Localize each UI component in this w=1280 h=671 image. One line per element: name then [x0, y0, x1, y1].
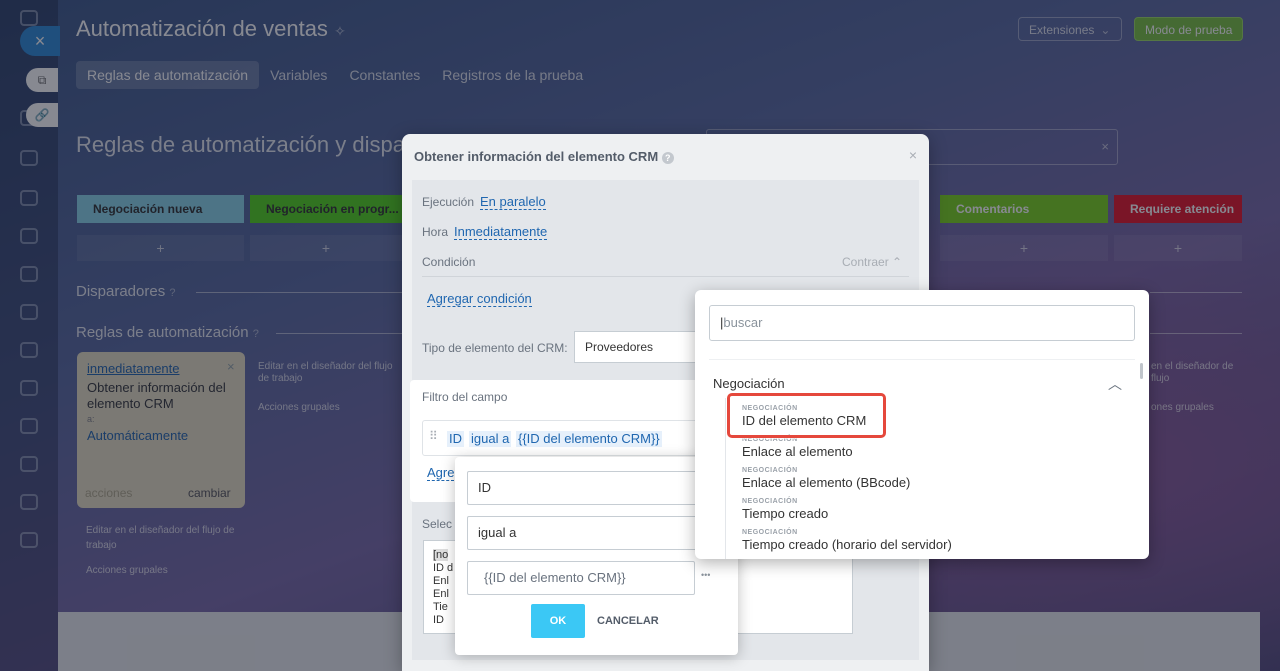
search-input[interactable]: |buscar [709, 305, 1135, 341]
dropdown-item[interactable]: NEGOCIACIÓN Enlace al elemento [742, 435, 1122, 460]
group-header[interactable]: Negociación [713, 376, 785, 391]
more-icon[interactable]: ••• [701, 570, 710, 580]
help-icon[interactable]: ? [661, 152, 674, 164]
select-label: Selec [422, 517, 453, 531]
condition-label: Condición [422, 255, 476, 269]
operator-select[interactable]: igual a [467, 516, 702, 550]
exec-label: Ejecución [422, 195, 475, 209]
filter-value-token[interactable]: {{ID del elemento CRM}} [516, 431, 662, 447]
value-input[interactable]: {{ID del elemento CRM}} [467, 561, 695, 595]
dropdown-item[interactable]: NEGOCIACIÓN Enlace al elemento (BBcode) [742, 466, 1122, 491]
chevron-up-icon[interactable]: ︿ [1108, 374, 1122, 394]
ok-button[interactable]: OK [531, 604, 585, 638]
tree-line [725, 398, 726, 559]
drag-handle-icon[interactable]: ⠿ [429, 429, 438, 443]
dropdown-item[interactable]: NEGOCIACIÓN Tiempo creado [742, 497, 1122, 522]
filter-condition-row[interactable]: ⠿ ID igual a {{ID del elemento CRM}} [422, 420, 712, 456]
dropdown-item[interactable]: NEGOCIACIÓN Tiempo creado (horario del se… [742, 528, 1122, 553]
cancel-button[interactable]: CANCELAR [597, 604, 659, 638]
collapse-link[interactable]: Contraer ⌃ [842, 255, 902, 269]
divider [422, 276, 909, 277]
dialog-title: Obtener información del elemento CRM ? [414, 149, 674, 164]
filter-field-token[interactable]: ID [447, 431, 464, 447]
add-filter-link[interactable]: Agre [427, 465, 455, 481]
divider [709, 359, 1135, 360]
dialog-close-icon[interactable]: × [909, 147, 917, 163]
type-select[interactable]: Proveedores [574, 331, 704, 363]
chevron-up-icon: ⌃ [892, 255, 903, 269]
add-condition-link[interactable]: Agregar condición [427, 291, 532, 307]
list-item: ID [433, 614, 444, 626]
highlight-box [727, 393, 886, 438]
list-item: ID d [433, 562, 454, 574]
exec-value[interactable]: En paralelo [480, 194, 546, 210]
list-item: Enl [433, 588, 449, 600]
scrollbar[interactable] [1140, 363, 1143, 379]
list-item: Tie [433, 601, 448, 613]
time-value[interactable]: Inmediatamente [454, 224, 548, 240]
list-item: Enl [433, 575, 449, 587]
time-label: Hora [422, 225, 449, 239]
type-label: Tipo de elemento del CRM: [422, 341, 568, 355]
filter-title: Filtro del campo [422, 390, 508, 404]
field-select[interactable]: ID [467, 471, 702, 505]
list-item: [no [433, 549, 449, 561]
filter-operator-token[interactable]: igual a [469, 431, 512, 447]
